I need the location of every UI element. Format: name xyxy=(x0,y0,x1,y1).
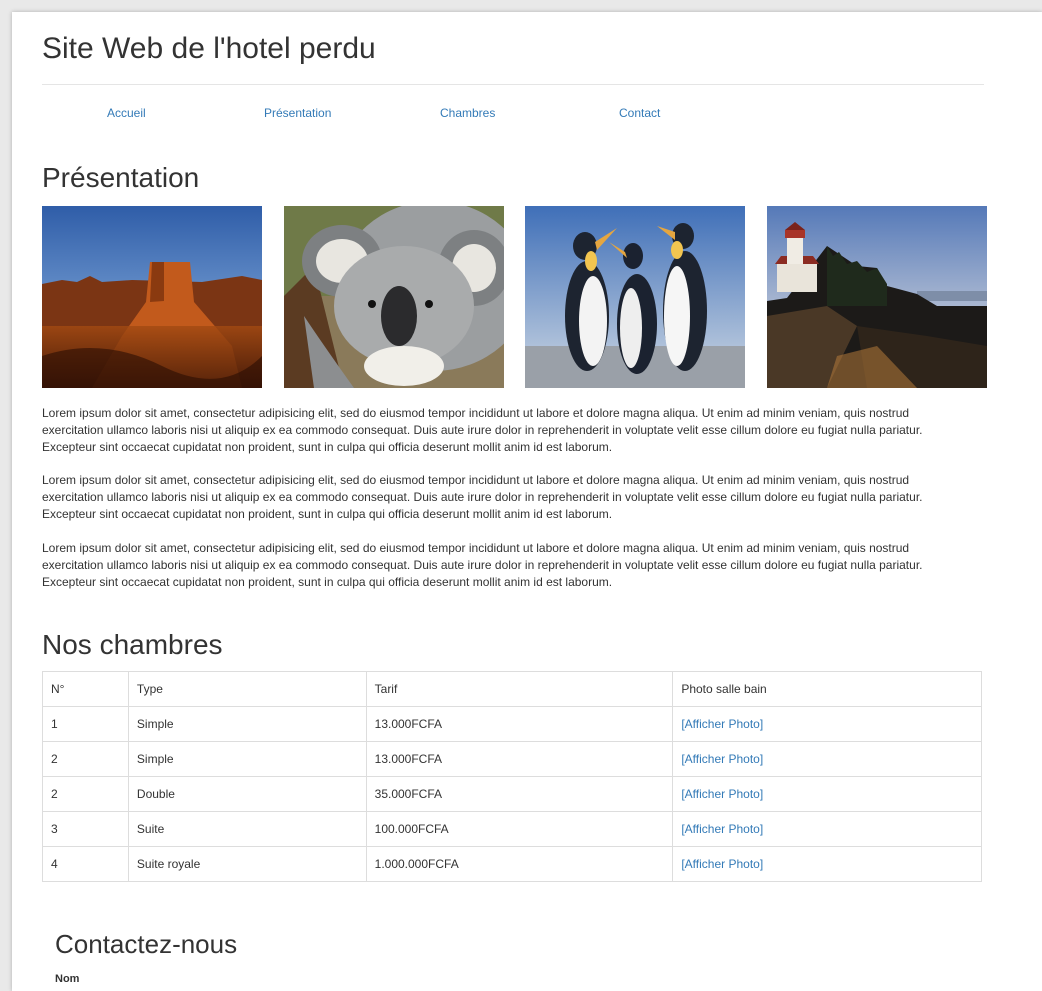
room-number: 1 xyxy=(42,706,129,742)
presentation-paragraph: Lorem ipsum dolor sit amet, consectetur … xyxy=(42,541,923,589)
table-row: 3 Suite 100.000FCFA [Afficher Photo] xyxy=(42,811,982,847)
room-type: Suite xyxy=(127,811,367,847)
presentation-heading: Présentation xyxy=(42,162,200,193)
table-row: 1 Simple 13.000FCFA [Afficher Photo] xyxy=(42,706,982,742)
table-row: 4 Suite royale 1.000.000FCFA [Afficher P… xyxy=(42,846,982,882)
room-number: 2 xyxy=(42,776,129,812)
room-number: 2 xyxy=(42,741,129,777)
show-photo-link[interactable]: [Afficher Photo] xyxy=(681,717,763,731)
show-photo-link[interactable]: [Afficher Photo] xyxy=(681,822,763,836)
koala-photo xyxy=(284,206,504,388)
show-photo-link[interactable]: [Afficher Photo] xyxy=(681,752,763,766)
header-divider xyxy=(42,84,984,85)
lighthouse-photo xyxy=(767,206,987,388)
room-photo-cell: [Afficher Photo] xyxy=(672,706,982,742)
room-price: 13.000FCFA xyxy=(365,741,674,777)
contact-heading: Contactez-nous xyxy=(55,929,238,959)
table-row: 2 Simple 13.000FCFA [Afficher Photo] xyxy=(42,741,982,777)
room-type: Suite royale xyxy=(127,846,367,882)
nav-presentation[interactable]: Présentation xyxy=(264,106,331,120)
room-number: 4 xyxy=(42,846,129,882)
desert-mesa-photo xyxy=(42,206,262,388)
rooms-table: N° Type Tarif Photo salle bain 1 Simple … xyxy=(42,671,982,882)
site-title: Site Web de l'hotel perdu xyxy=(42,32,376,65)
nav-contact[interactable]: Contact xyxy=(619,106,660,120)
room-price: 35.000FCFA xyxy=(365,776,674,812)
presentation-paragraph: Lorem ipsum dolor sit amet, consectetur … xyxy=(42,406,923,454)
rooms-heading: Nos chambres xyxy=(42,629,223,660)
room-type: Simple xyxy=(127,706,367,742)
table-row: 2 Double 35.000FCFA [Afficher Photo] xyxy=(42,776,982,812)
name-label: Nom xyxy=(55,973,80,985)
room-number: 3 xyxy=(42,811,129,847)
photo-gallery xyxy=(42,206,988,388)
col-header-price: Tarif xyxy=(365,671,674,707)
nav-chambres[interactable]: Chambres xyxy=(440,106,495,120)
col-header-number: N° xyxy=(42,671,129,707)
room-type: Double xyxy=(127,776,367,812)
penguins-photo xyxy=(525,206,745,388)
room-price: 100.000FCFA xyxy=(365,811,674,847)
room-photo-cell: [Afficher Photo] xyxy=(672,776,982,812)
room-photo-cell: [Afficher Photo] xyxy=(672,846,982,882)
show-photo-link[interactable]: [Afficher Photo] xyxy=(681,787,763,801)
room-photo-cell: [Afficher Photo] xyxy=(672,741,982,777)
col-header-type: Type xyxy=(127,671,367,707)
room-price: 13.000FCFA xyxy=(365,706,674,742)
main-nav: Accueil Présentation Chambres Contact xyxy=(42,106,742,126)
room-price: 1.000.000FCFA xyxy=(365,846,674,882)
room-photo-cell: [Afficher Photo] xyxy=(672,811,982,847)
room-type: Simple xyxy=(127,741,367,777)
page: Site Web de l'hotel perdu Accueil Présen… xyxy=(12,12,1042,991)
presentation-paragraph: Lorem ipsum dolor sit amet, consectetur … xyxy=(42,473,923,521)
col-header-photo: Photo salle bain xyxy=(672,671,982,707)
show-photo-link[interactable]: [Afficher Photo] xyxy=(681,857,763,871)
nav-accueil[interactable]: Accueil xyxy=(107,106,146,120)
table-header-row: N° Type Tarif Photo salle bain xyxy=(42,671,982,707)
